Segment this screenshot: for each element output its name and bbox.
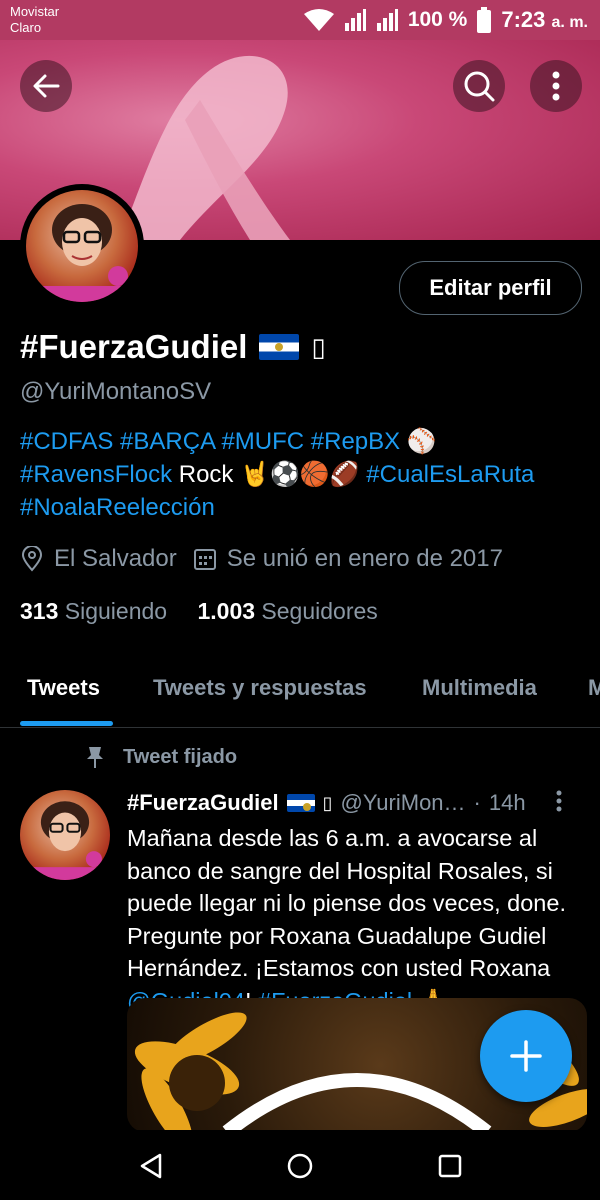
el-salvador-flag-icon [259, 334, 300, 360]
profile-avatar[interactable] [20, 184, 144, 308]
avatar-photo [26, 190, 138, 302]
back-button[interactable] [20, 60, 72, 112]
more-button[interactable] [530, 60, 582, 112]
battery-percent: 100 % [407, 8, 468, 31]
hashtag-link[interactable]: #CDFAS [20, 428, 113, 455]
pinned-label: Tweet fijado [85, 745, 237, 769]
avatar-portrait [26, 204, 138, 302]
tweet-more-button[interactable] [556, 790, 562, 818]
separator-dot: · [473, 790, 481, 815]
tweet-header: #FuerzaGudiel ▯ @YuriMon… · 14h [127, 790, 526, 816]
edit-profile-button[interactable]: Editar perfil [399, 261, 582, 315]
following-link[interactable]: 313 Siguiendo [20, 598, 167, 624]
follow-counts: 313 Siguiendo 1.003 Seguidores [20, 598, 378, 625]
hashtag-link[interactable]: #RavensFlock [20, 461, 172, 488]
compose-tweet-button[interactable] [480, 1010, 572, 1102]
avatar-portrait [20, 801, 110, 880]
joined-text: Se unió en enero de 2017 [226, 545, 503, 572]
active-tab-indicator [20, 721, 113, 726]
location-pin-icon [21, 546, 43, 572]
calendar-icon [193, 549, 216, 570]
hashtag-link[interactable]: #RepBX [311, 428, 400, 455]
clock: 7:23 a. m. [501, 7, 588, 32]
status-icons: 100 % 7:23 a. m. [303, 6, 588, 34]
signal-icon [344, 9, 366, 31]
nav-back-icon[interactable] [138, 1152, 164, 1180]
system-navigation-bar [0, 1130, 600, 1200]
tweet-author-handle[interactable]: @YuriMon… [341, 790, 466, 816]
wifi-icon [303, 9, 334, 31]
tweet-author-emoji: ▯ [322, 792, 333, 813]
location-text: El Salvador [54, 545, 177, 572]
hashtag-link[interactable]: #MUFC [221, 428, 304, 455]
profile-meta: El Salvador Se unió en enero de 2017 [20, 545, 503, 573]
tab-tweets[interactable]: Tweets [27, 675, 100, 701]
tweet-author-name[interactable]: #FuerzaGudiel [127, 790, 279, 816]
arrow-left-icon [33, 74, 60, 98]
nav-home-icon[interactable] [286, 1152, 314, 1180]
followers-link[interactable]: 1.003 Seguidores [197, 598, 377, 624]
profile-bio: #CDFAS #BARÇA #MUFC #RepBX ⚾ #RavensFloc… [20, 425, 590, 524]
profile-handle: @YuriMontanoSV [20, 378, 212, 405]
bio-text: Rock 🤘⚽🏀🏈 [178, 461, 360, 488]
tweet-text: Mañana desde las 6 a.m. a avocarse al ba… [127, 822, 587, 1017]
yankees-emoji: ⚾ [406, 428, 437, 455]
tab-media[interactable]: Multimedia [422, 675, 537, 701]
carrier-label: Movistar Claro [10, 4, 60, 35]
tweet-time: 14h [488, 790, 526, 815]
hashtag-link[interactable]: #BARÇA [120, 428, 215, 455]
profile-tabs: Tweets Tweets y respuestas Multimedia M [0, 665, 600, 728]
battery-icon [477, 7, 492, 33]
tab-tweets-replies[interactable]: Tweets y respuestas [153, 675, 367, 701]
el-salvador-flag-icon [286, 794, 315, 812]
signal-icon [376, 9, 398, 31]
name-emoji: ▯ [311, 331, 326, 362]
hashtag-link[interactable]: #NoalaReelección [20, 494, 215, 521]
more-vertical-icon [556, 790, 562, 812]
pin-icon [87, 747, 103, 768]
search-button[interactable] [453, 60, 505, 112]
search-icon [464, 71, 495, 102]
status-bar: Movistar Claro 100 % 7:23 a. m. [0, 0, 600, 40]
more-vertical-icon [552, 71, 560, 101]
profile-name: #FuerzaGudiel ▯ [20, 328, 326, 365]
hashtag-link[interactable]: #CualEsLaRuta [366, 461, 534, 488]
nav-recents-icon[interactable] [438, 1154, 462, 1178]
tweet-avatar[interactable] [20, 790, 110, 880]
plus-icon [510, 1040, 542, 1072]
tab-likes[interactable]: M [588, 675, 600, 701]
